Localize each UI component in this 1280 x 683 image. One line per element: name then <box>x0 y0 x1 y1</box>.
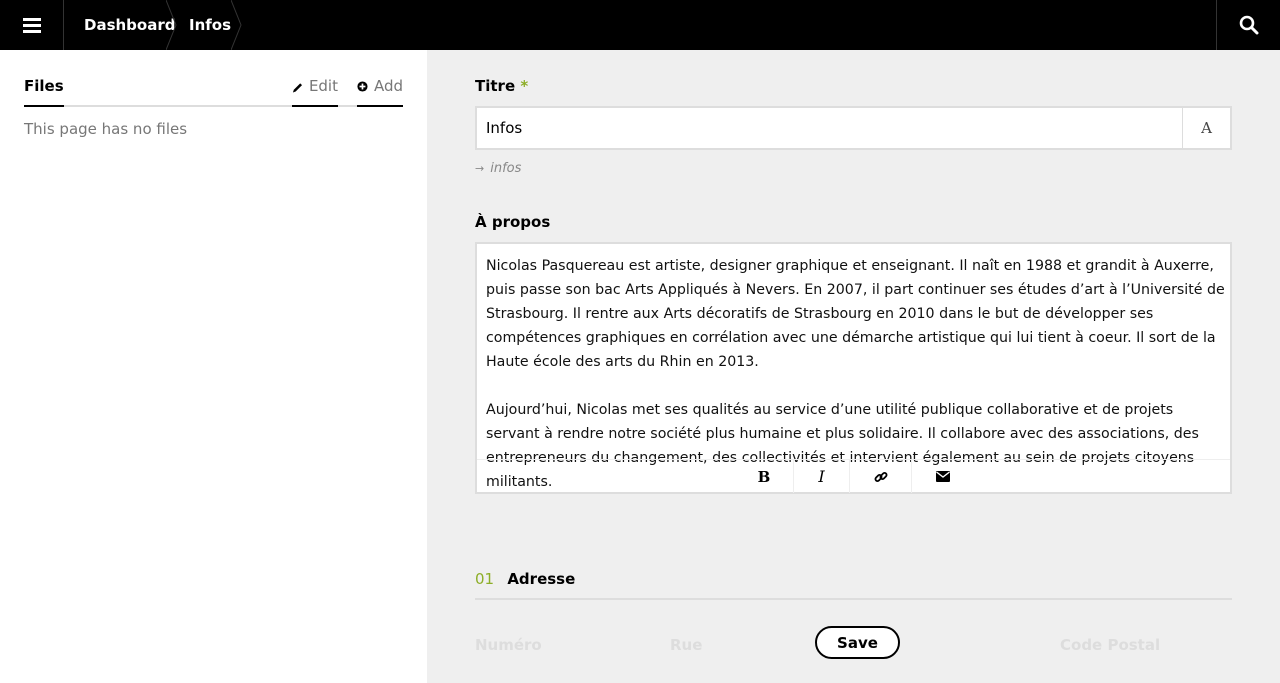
section-number: 01 <box>475 570 495 588</box>
apropos-textarea[interactable]: Nicolas Pasquereau est artiste, designer… <box>475 242 1232 494</box>
menu-button[interactable] <box>0 0 64 50</box>
files-sidebar: Files Edit Add This page has no files <box>0 50 427 683</box>
required-mark: * <box>520 77 529 95</box>
add-label: Add <box>373 77 403 95</box>
numero-field-label: Numéro <box>475 636 542 654</box>
slug-value: infos <box>490 161 522 176</box>
edit-files-button[interactable]: Edit <box>292 77 338 107</box>
arrow-right-icon: → <box>475 162 485 175</box>
titre-value: Infos <box>486 119 523 137</box>
breadcrumb-infos[interactable]: Infos <box>189 0 231 50</box>
no-files-message: This page has no files <box>24 120 188 138</box>
files-header: Files Edit Add <box>24 77 403 107</box>
rue-field-label: Rue <box>670 636 703 654</box>
breadcrumb-dashboard[interactable]: Dashboard <box>84 0 175 50</box>
chevron-right-icon <box>231 0 242 50</box>
email-button[interactable] <box>911 460 973 493</box>
add-file-button[interactable]: Add <box>357 77 403 107</box>
search-button[interactable] <box>1216 0 1280 50</box>
link-button[interactable] <box>849 460 911 493</box>
text-format-button[interactable]: A <box>1182 108 1230 148</box>
bold-button[interactable]: B <box>736 460 792 493</box>
chevron-right-icon <box>166 0 177 50</box>
slug: → infos <box>475 161 521 176</box>
textarea-toolbar: B I <box>477 459 1230 494</box>
files-title: Files <box>24 77 64 107</box>
hamburger-icon <box>22 18 41 33</box>
link-icon <box>874 471 887 482</box>
section-title: Adresse <box>507 570 576 588</box>
pencil-icon <box>292 83 303 93</box>
titre-label: Titre * <box>475 77 529 95</box>
envelope-icon <box>935 471 950 482</box>
apropos-text: Nicolas Pasquereau est artiste, designer… <box>486 254 1226 494</box>
save-button[interactable]: Save <box>815 626 900 659</box>
code-postal-field-label: Code Postal <box>1060 636 1161 654</box>
section-header-adresse: 01 Adresse <box>475 570 1232 600</box>
search-icon <box>1239 15 1258 35</box>
plus-circle-icon <box>357 81 368 92</box>
titre-input[interactable]: Infos A <box>475 106 1232 150</box>
edit-label: Edit <box>308 77 338 95</box>
apropos-paragraph: Nicolas Pasquereau est artiste, designer… <box>486 258 1225 370</box>
top-bar: Dashboard Infos <box>0 0 1280 50</box>
italic-button[interactable]: I <box>793 460 849 493</box>
apropos-label: À propos <box>475 213 551 231</box>
